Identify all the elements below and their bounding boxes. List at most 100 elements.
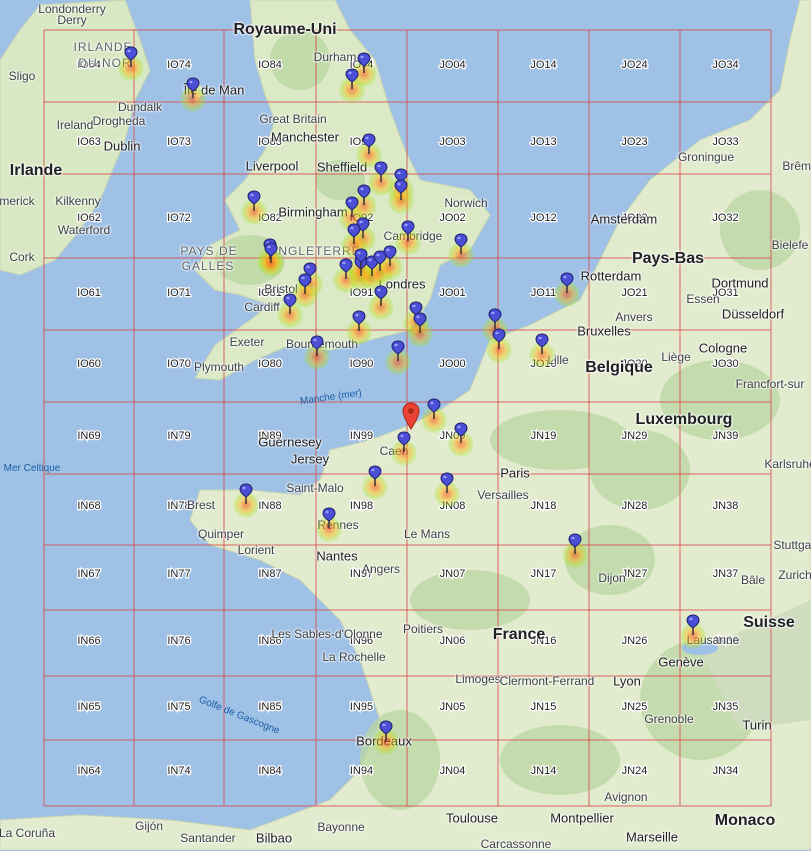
map-marker-pin[interactable]: [239, 483, 253, 505]
map-marker-pin[interactable]: [383, 245, 397, 267]
map-marker-pin[interactable]: [454, 422, 468, 444]
city-label: Ireland: [56, 118, 94, 132]
map-marker-pin[interactable]: [362, 133, 376, 155]
city-label: Norwich: [444, 196, 488, 210]
city-label: Derry: [57, 13, 87, 27]
grid-square-io60: IO60: [77, 358, 101, 370]
city-label: Bilbao: [255, 830, 293, 846]
grid-square-jo12: JO12: [530, 212, 556, 224]
map-marker-pin[interactable]: [124, 46, 138, 68]
grid-square-jn17: JN17: [531, 568, 557, 580]
grid-square-in74: IN74: [167, 765, 190, 777]
map-marker-pin[interactable]: [352, 310, 366, 332]
map-marker-pin[interactable]: [374, 161, 388, 183]
map-marker-pin[interactable]: [391, 340, 405, 362]
grid-square-jn38: JN38: [713, 500, 739, 512]
grid-square-in67: IN67: [77, 568, 100, 580]
city-label: merick: [0, 194, 35, 208]
map-marker-pin[interactable]: [413, 312, 427, 334]
map-marker-pin[interactable]: [488, 308, 502, 330]
country-label: Belgique: [585, 359, 653, 376]
city-label: Karlsruhe: [764, 457, 811, 471]
map-marker-pin[interactable]: [298, 273, 312, 295]
grid-square-jo21: JO21: [621, 287, 647, 299]
city-label: Cardiff: [244, 300, 280, 314]
map-marker-pin[interactable]: [686, 614, 700, 636]
city-label: Brême: [782, 159, 811, 173]
map-marker-pin[interactable]: [492, 328, 506, 350]
region-label: GALLES: [181, 259, 235, 273]
map-marker-pin[interactable]: [283, 293, 297, 315]
sea-label: Mer Celtique: [3, 463, 61, 474]
city-label: Genève: [658, 654, 704, 670]
map-marker-pin[interactable]: [401, 220, 415, 242]
grid-square-jo32: JO32: [712, 212, 738, 224]
city-label: Les Sables-d'Olonne: [271, 627, 383, 641]
map-marker-pin[interactable]: [535, 333, 549, 355]
map-marker-pin[interactable]: [440, 472, 454, 494]
grid-square-in66: IN66: [77, 635, 100, 647]
map-marker-pin[interactable]: [379, 720, 393, 742]
map-marker-pin[interactable]: [357, 184, 371, 206]
grid-square-jn04: JN04: [440, 765, 466, 777]
map-marker-pin[interactable]: [347, 223, 361, 245]
map-marker-pin[interactable]: [310, 335, 324, 357]
map-marker-pin[interactable]: [394, 179, 408, 201]
map-marker-pin[interactable]: [427, 398, 441, 420]
selected-location-marker[interactable]: [402, 402, 420, 430]
city-label: Toulouse: [445, 810, 499, 826]
grid-square-in84: IN84: [258, 765, 281, 777]
grid-square-io73: IO73: [167, 136, 191, 148]
map-marker-pin[interactable]: [264, 242, 278, 264]
city-label: Paris: [500, 465, 530, 481]
grid-square-jo11: JO11: [531, 287, 556, 299]
city-label: Kilkenny: [55, 194, 101, 208]
grid-square-in64: IN64: [77, 765, 100, 777]
city-label: La Coruña: [0, 826, 56, 840]
map-marker-pin[interactable]: [397, 431, 411, 453]
map-marker-pin[interactable]: [186, 77, 200, 99]
country-label: Royaume-Uni: [233, 21, 337, 38]
grid-square-in77: IN77: [167, 568, 190, 580]
map-marker-pin[interactable]: [568, 533, 582, 555]
city-label: Dortmund: [711, 275, 769, 291]
city-label: Durham: [313, 50, 357, 64]
grid-square-jn14: JN14: [531, 765, 557, 777]
city-label: Anvers: [615, 310, 653, 324]
map-marker-pin[interactable]: [560, 272, 574, 294]
map-marker-pin[interactable]: [368, 465, 382, 487]
city-label: Cologne: [698, 340, 748, 356]
grid-square-jn28: JN28: [622, 500, 648, 512]
city-label: Guernesey: [258, 434, 322, 450]
country-label: Monaco: [714, 812, 776, 829]
grid-square-in99: IN99: [350, 430, 373, 442]
map-marker-pin[interactable]: [454, 233, 468, 255]
map-marker-pin[interactable]: [357, 52, 371, 74]
country-label: Suisse: [743, 614, 795, 631]
grid-square-io84: IO84: [258, 59, 282, 71]
map-marker-pin[interactable]: [374, 285, 388, 307]
city-label: Groningue: [677, 150, 735, 164]
grid-square-jo02: JO02: [439, 212, 465, 224]
grid-square-io80: IO80: [258, 358, 282, 370]
country-label: Irlande: [9, 162, 63, 179]
grid-square-jn29: JN29: [622, 430, 648, 442]
city-label: Carcassonne: [480, 837, 552, 851]
grid-square-jo00: JO00: [439, 358, 465, 370]
city-label: Gijón: [134, 819, 164, 833]
map-marker-pin[interactable]: [339, 258, 353, 280]
grid-square-jn19: JN19: [531, 430, 557, 442]
city-label: Santander: [180, 831, 236, 845]
grid-square-jo23: JO23: [621, 136, 647, 148]
grid-square-jo03: JO03: [439, 136, 465, 148]
city-label: Liège: [661, 350, 691, 364]
map-marker-pin[interactable]: [322, 507, 336, 529]
city-label: Birmingham: [278, 204, 348, 220]
grid-square-io91: IO91: [350, 287, 374, 299]
map-marker-pin[interactable]: [247, 190, 261, 212]
grid-square-jo13: JO13: [530, 136, 556, 148]
grid-square-jn18: JN18: [531, 500, 557, 512]
city-label: Rotterdam: [580, 268, 642, 284]
region-label: PAYS DE: [180, 244, 238, 258]
city-label: Dublin: [103, 138, 141, 154]
